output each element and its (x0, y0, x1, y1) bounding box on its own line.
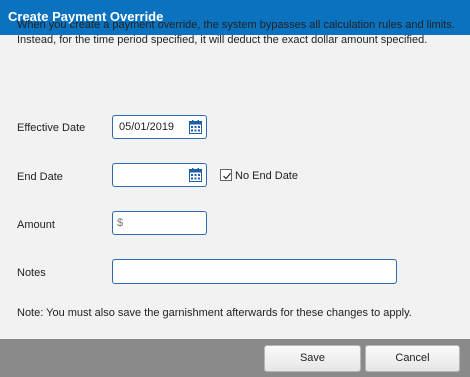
dialog-body (0, 35, 470, 339)
effective-date-label: Effective Date (17, 122, 86, 134)
amount-input[interactable]: $ (112, 211, 207, 235)
checkmark-icon (223, 172, 232, 180)
no-end-date-checkbox[interactable] (220, 169, 232, 181)
end-date-input[interactable] (112, 163, 207, 187)
end-date-label: End Date (17, 171, 63, 183)
amount-label: Amount (17, 219, 55, 231)
calendar-icon[interactable] (189, 168, 202, 182)
notes-input[interactable] (112, 259, 397, 284)
no-end-date-label[interactable]: No End Date (235, 170, 298, 182)
effective-date-input[interactable]: 05/01/2019 (112, 115, 207, 139)
payment-override-dialog: Create Payment Override When you create … (0, 0, 470, 377)
calendar-icon[interactable] (189, 120, 202, 134)
effective-date-value: 05/01/2019 (119, 121, 175, 133)
save-button[interactable]: Save (264, 345, 361, 372)
save-reminder-note: Note: You must also save the garnishment… (17, 307, 412, 319)
notes-label: Notes (17, 267, 46, 279)
currency-prefix: $ (117, 217, 124, 229)
cancel-button[interactable]: Cancel (365, 345, 460, 372)
dialog-description: When you create a payment override, the … (17, 19, 455, 46)
